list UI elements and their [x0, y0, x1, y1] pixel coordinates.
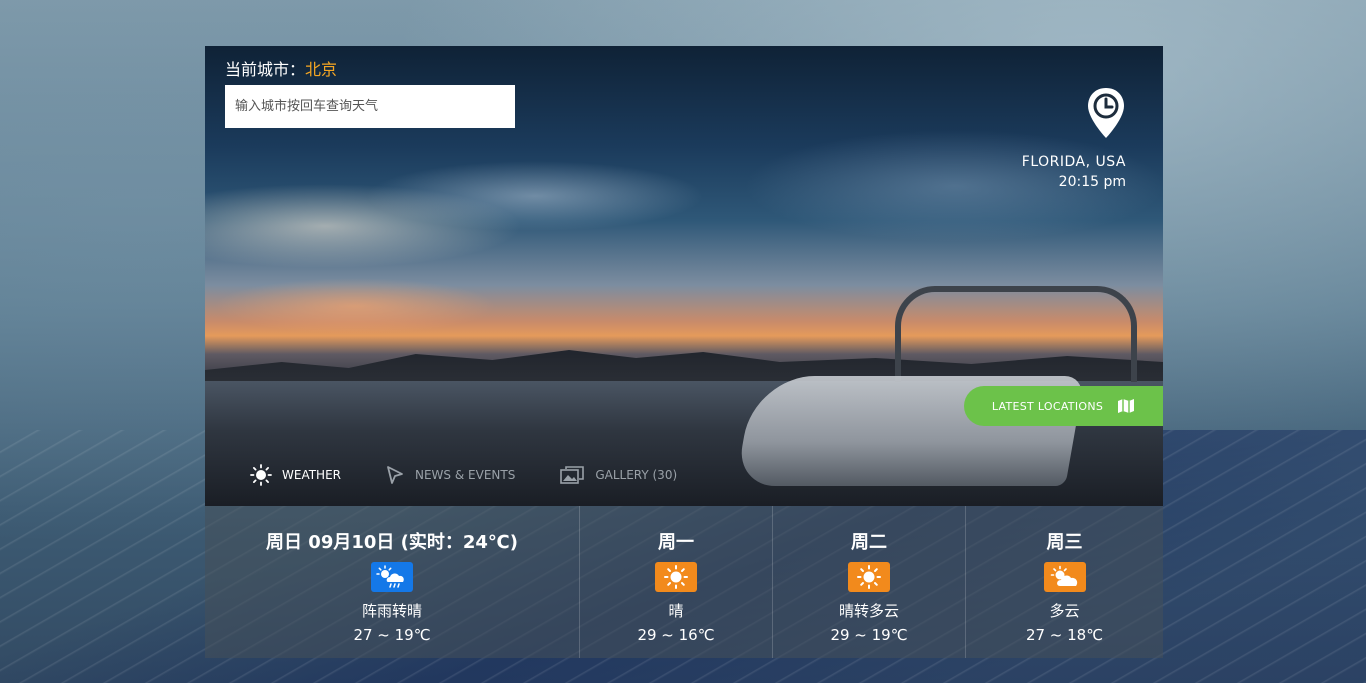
location-clock-pin-icon — [1088, 88, 1124, 138]
forecast-condition: 多云 — [1049, 602, 1080, 620]
forecast-day-title: 周日 09月10日 (实时：24℃) — [266, 532, 518, 553]
forecast-condition: 阵雨转晴 — [361, 602, 422, 620]
forecast-day-wed: 周三 多云 27 ~ 18℃ — [965, 506, 1163, 658]
boat-tower — [895, 286, 1137, 382]
content-tabs: WEATHER NEWS & EVENTS GALLERY (30) — [250, 464, 677, 486]
sunny-icon — [655, 562, 697, 592]
tab-news-events-label: NEWS & EVENTS — [415, 468, 516, 482]
forecast-day-tue: 周二 晴转多云 29 ~ 19℃ — [772, 506, 965, 658]
tab-weather-label: WEATHER — [282, 468, 341, 482]
latest-locations-button[interactable]: LATEST LOCATIONS — [964, 386, 1163, 426]
sunny-icon — [848, 562, 890, 592]
tab-news-events[interactable]: NEWS & EVENTS — [385, 464, 515, 486]
tab-gallery[interactable]: GALLERY (30) — [559, 464, 677, 486]
forecast-day-mon: 周一 晴 29 ~ 16℃ — [579, 506, 772, 658]
location-time: 20:15 pm — [1058, 174, 1126, 190]
forecast-temp-range: 29 ~ 19℃ — [830, 626, 908, 644]
cursor-icon — [387, 466, 403, 484]
location-block: FLORIDA, USA 20:15 pm — [966, 86, 1126, 190]
shower-to-sunny-icon — [371, 562, 413, 592]
forecast-day-today: 周日 09月10日 (实时：24℃) 阵雨转晴 27 ~ 19℃ — [205, 506, 579, 658]
forecast-day-title: 周一 — [658, 532, 694, 553]
map-icon — [1118, 399, 1135, 413]
forecast-day-title: 周二 — [851, 532, 887, 553]
forecast-temp-range: 27 ~ 18℃ — [1025, 626, 1104, 644]
forecast-temp-range: 27 ~ 19℃ — [353, 626, 431, 644]
current-city-label: 当前城市：北京 — [225, 56, 337, 80]
hero-photo: 当前城市：北京 FLORIDA, USA 20:15 pm LATEST LOC… — [205, 46, 1163, 506]
location-name: FLORIDA, USA — [1021, 154, 1126, 170]
tab-weather[interactable]: WEATHER — [250, 464, 341, 486]
current-city-prefix: 当前城市： — [225, 60, 306, 79]
forecast-day-title: 周三 — [1046, 532, 1083, 553]
sun-icon — [250, 464, 272, 486]
tab-gallery-label: GALLERY (30) — [595, 468, 678, 482]
partly-cloudy-icon — [1043, 562, 1086, 592]
forecast-condition: 晴转多云 — [838, 602, 899, 620]
forecast-temp-range: 29 ~ 16℃ — [637, 626, 715, 644]
latest-locations-label: LATEST LOCATIONS — [991, 399, 1104, 413]
forecast-strip: 周日 09月10日 (实时：24℃) 阵雨转晴 27 ~ 19℃ 周一 晴 29… — [205, 506, 1163, 658]
gallery-icon — [560, 466, 585, 484]
city-search-input[interactable] — [225, 85, 515, 128]
current-city-name: 北京 — [305, 60, 338, 79]
weather-card: 当前城市：北京 FLORIDA, USA 20:15 pm LATEST LOC… — [205, 46, 1163, 658]
forecast-condition: 晴 — [668, 602, 684, 620]
